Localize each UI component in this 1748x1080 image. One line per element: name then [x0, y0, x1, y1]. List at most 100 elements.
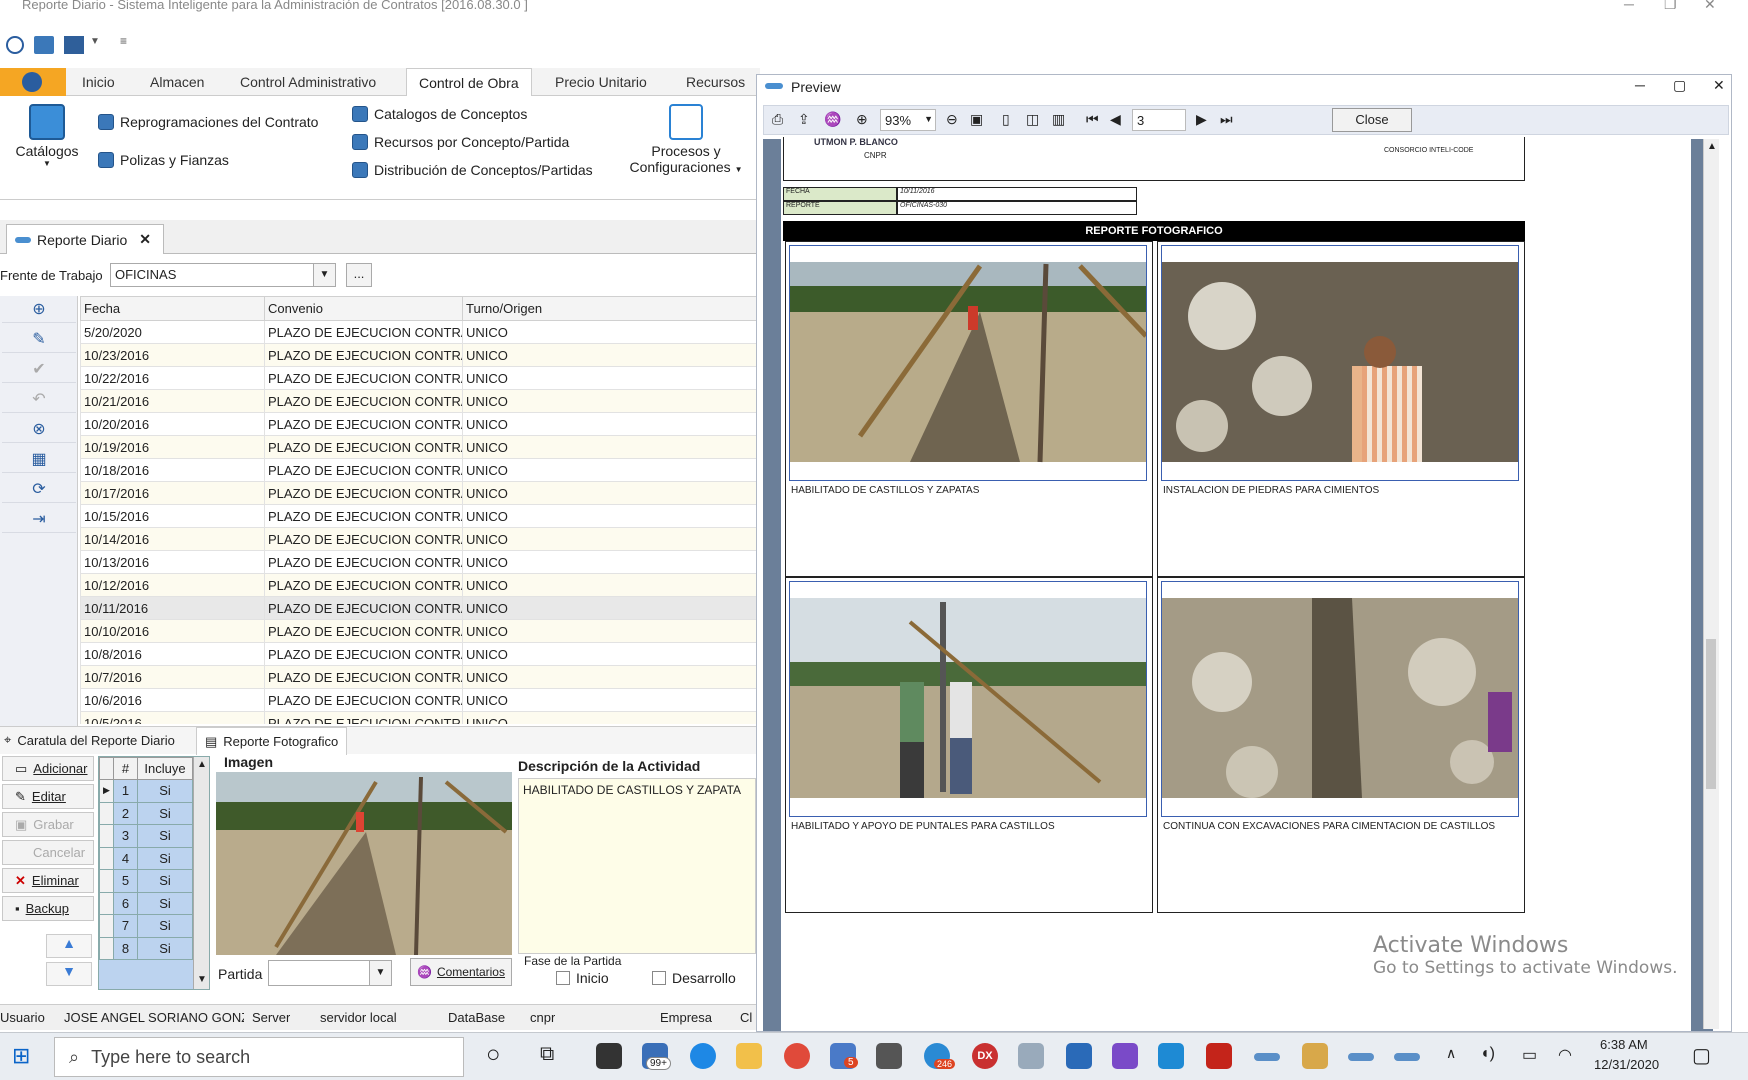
eliminar-button[interactable]: ✕ Eliminar — [2, 868, 94, 893]
devexpress-icon[interactable]: DX — [972, 1043, 998, 1069]
zoom-select[interactable]: 93% ▼ — [880, 109, 936, 131]
zoom-out-icon[interactable]: ⊖ — [946, 111, 958, 128]
table-cell-fecha[interactable]: 10/15/2016 — [80, 504, 265, 528]
table-cell-turno[interactable]: UNICO — [462, 435, 760, 459]
tab-precio-unitario[interactable]: Precio Unitario — [555, 74, 647, 90]
table-cell-convenio[interactable]: PLAZO DE EJECUCION CONTRAT — [264, 596, 463, 620]
table-cell-turno[interactable]: UNICO — [462, 366, 760, 390]
table-cell-turno[interactable]: UNICO — [462, 412, 760, 436]
list-item[interactable]: ▶ 1 Si — [99, 779, 193, 803]
pencil-icon[interactable]: ✎ — [2, 326, 76, 353]
table-cell-turno[interactable]: UNICO — [462, 573, 760, 597]
table-row[interactable]: 10/21/2016 PLAZO DE EJECUCION CONTRAT UNIC… — [80, 389, 760, 413]
store-icon[interactable] — [596, 1043, 622, 1069]
clock-date[interactable]: 12/31/2020 — [1594, 1057, 1659, 1072]
fit-page-icon[interactable]: ▣ — [970, 111, 983, 128]
table-cell-fecha[interactable]: 10/14/2016 — [80, 527, 265, 551]
minimize-icon[interactable]: ─ — [1624, 0, 1634, 12]
row-selector[interactable] — [99, 801, 114, 825]
table-row[interactable]: 10/19/2016 PLAZO DE EJECUCION CONTRAT UNIC… — [80, 435, 760, 459]
speaker-icon[interactable]: ◖) — [1480, 1045, 1495, 1063]
table-cell-convenio[interactable]: PLAZO DE EJECUCION CONTRAT — [264, 412, 463, 436]
table-cell-convenio[interactable]: PLAZO DE EJECUCION CONTRAT — [264, 458, 463, 482]
table-row[interactable]: 10/14/2016 PLAZO DE EJECUCION CONTRAT UNIC… — [80, 527, 760, 551]
descripcion-textarea[interactable]: HABILITADO DE CASTILLOS Y ZAPATA — [518, 778, 756, 954]
photos-icon[interactable] — [1066, 1043, 1092, 1069]
paint-icon[interactable] — [1302, 1043, 1328, 1069]
procesos-button[interactable]: Procesos y Configuraciones ▼ — [622, 104, 750, 175]
app-icon[interactable] — [1394, 1053, 1420, 1061]
table-cell-fecha[interactable]: 10/6/2016 — [80, 688, 265, 712]
table-cell-fecha[interactable]: 10/5/2016 — [80, 711, 265, 724]
row-selector[interactable] — [99, 914, 114, 938]
comentarios-button[interactable]: ♒ Comentarios — [410, 958, 512, 986]
table-row[interactable]: 10/7/2016 PLAZO DE EJECUCION CONTRAT UNICO — [80, 665, 760, 689]
chevron-up-icon[interactable]: ▲ — [197, 759, 207, 770]
row-incluye[interactable]: Si — [137, 936, 193, 960]
tools-icon[interactable] — [876, 1043, 902, 1069]
col-fecha[interactable]: Fecha — [80, 296, 265, 321]
cortana-icon[interactable]: ○ — [486, 1041, 501, 1069]
reprogramaciones-button[interactable]: Reprogramaciones del Contrato — [98, 114, 318, 130]
table-cell-convenio[interactable]: PLAZO DE EJECUCION CONTRAT — [264, 619, 463, 643]
two-page-icon[interactable]: ◫ — [1026, 111, 1039, 128]
desarrollo-checkbox[interactable]: Desarrollo — [652, 970, 736, 986]
table-cell-turno[interactable]: UNICO — [462, 619, 760, 643]
list-item[interactable]: 4 Si — [99, 846, 193, 870]
row-incluye[interactable]: Si — [137, 824, 193, 848]
check-icon[interactable]: ✔ — [2, 356, 76, 383]
table-cell-fecha[interactable]: 10/17/2016 — [80, 481, 265, 505]
table-cell-fecha[interactable]: 10/20/2016 — [80, 412, 265, 436]
move-down-icon[interactable]: ▼ — [46, 962, 92, 986]
table-row[interactable]: 10/12/2016 PLAZO DE EJECUCION CONTRAT UNIC… — [80, 573, 760, 597]
table-cell-fecha[interactable]: 5/20/2020 — [80, 320, 265, 344]
table-cell-convenio[interactable]: PLAZO DE EJECUCION CONTRAT — [264, 573, 463, 597]
table-cell-fecha[interactable]: 10/8/2016 — [80, 642, 265, 666]
file-explorer-icon[interactable] — [736, 1043, 762, 1069]
table-cell-turno[interactable]: UNICO — [462, 458, 760, 482]
editar-button[interactable]: ✎ Editar — [2, 784, 94, 809]
table-row[interactable]: 10/13/2016 PLAZO DE EJECUCION CONTRAT UNIC… — [80, 550, 760, 574]
row-incluye[interactable]: Si — [137, 801, 193, 825]
table-cell-fecha[interactable]: 10/11/2016 — [80, 596, 265, 620]
recursos-partida-button[interactable]: Recursos por Concepto/Partida — [352, 134, 569, 150]
partida-select[interactable]: ▼ — [268, 960, 392, 986]
table-row[interactable]: 5/20/2020 PLAZO DE EJECUCION CONTRAT UNICO — [80, 320, 760, 344]
inicio-checkbox[interactable]: Inicio — [556, 970, 609, 986]
table-cell-fecha[interactable]: 10/7/2016 — [80, 665, 265, 689]
chevron-down-icon[interactable]: ▼ — [369, 961, 391, 985]
list-item[interactable]: 6 Si — [99, 891, 193, 915]
table-cell-convenio[interactable]: PLAZO DE EJECUCION CONTRAT — [264, 481, 463, 505]
table-row[interactable]: 10/11/2016 PLAZO DE EJECUCION CONTRAT UNIC… — [80, 596, 760, 620]
vscode-icon[interactable] — [1158, 1043, 1184, 1069]
list-item[interactable]: 2 Si — [99, 801, 193, 825]
list-item[interactable]: 7 Si — [99, 914, 193, 938]
table-cell-turno[interactable]: UNICO — [462, 550, 760, 574]
exit-icon[interactable]: ⇥ — [2, 506, 76, 533]
catalogos-button[interactable]: Catálogos ▼ — [8, 104, 86, 184]
table-cell-turno[interactable]: UNICO — [462, 343, 760, 367]
visual-studio-icon[interactable] — [1112, 1043, 1138, 1069]
more-button[interactable]: ... — [346, 263, 372, 287]
table-cell-convenio[interactable]: PLAZO DE EJECUCION CONTRAT — [264, 688, 463, 712]
table-cell-convenio[interactable]: PLAZO DE EJECUCION CONTRAT — [264, 527, 463, 551]
print-icon[interactable]: ⎙ — [772, 111, 783, 128]
row-selector[interactable] — [99, 824, 114, 848]
close-icon[interactable]: ✕ — [1704, 0, 1716, 13]
cancelar-button[interactable]: Cancelar — [2, 840, 94, 865]
restore-icon[interactable]: ❐ — [1664, 0, 1677, 13]
print-icon[interactable]: ▦ — [2, 446, 76, 473]
table-cell-fecha[interactable]: 10/23/2016 — [80, 343, 265, 367]
close-button[interactable]: Close — [1332, 108, 1412, 132]
chevron-down-icon[interactable]: ▼ — [90, 36, 100, 47]
task-view-icon[interactable]: ⧉ — [540, 1043, 554, 1066]
close-icon[interactable]: ✕ — [139, 231, 151, 248]
row-incluye[interactable]: Si — [137, 869, 193, 893]
table-cell-fecha[interactable]: 10/10/2016 — [80, 619, 265, 643]
list-item[interactable]: 3 Si — [99, 824, 193, 848]
table-cell-convenio[interactable]: PLAZO DE EJECUCION CONTRAT — [264, 711, 463, 724]
table-cell-convenio[interactable]: PLAZO DE EJECUCION CONTRAT — [264, 320, 463, 344]
battery-icon[interactable]: ▭ — [1522, 1045, 1537, 1065]
table-cell-turno[interactable]: UNICO — [462, 527, 760, 551]
row-selector[interactable] — [99, 891, 114, 915]
